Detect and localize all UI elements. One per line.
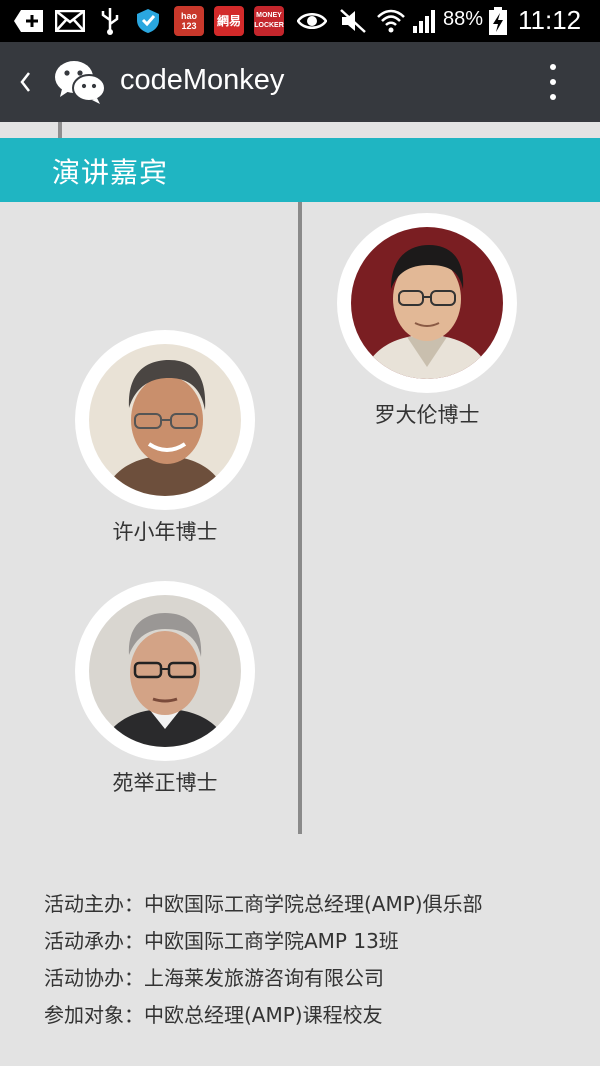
overflow-menu-icon[interactable] (538, 60, 568, 104)
speaker-portrait (351, 227, 503, 379)
hao123-app-icon: hao 123 (174, 6, 204, 36)
speaker-name: 苑举正博士 (112, 771, 218, 795)
mute-icon (338, 6, 368, 36)
speaker-portrait (89, 344, 241, 496)
timeline-top-tick (58, 122, 62, 138)
add-notification-icon (12, 6, 46, 36)
signal-icon (410, 6, 440, 36)
speaker-name: 罗大伦博士 (374, 403, 480, 427)
speaker-bubble (75, 330, 255, 510)
info-audience: 参加对象：中欧总经理(AMP)课程校友 (44, 1003, 383, 1027)
back-chevron-icon[interactable] (10, 62, 40, 102)
eye-icon (296, 6, 328, 36)
info-organizer: 活动主办：中欧国际工商学院总经理(AMP)俱乐部 (44, 892, 483, 916)
timeline-line (298, 202, 302, 834)
speaker-bubble (337, 213, 517, 393)
usb-icon (96, 6, 124, 36)
event-info: 活动主办：中欧国际工商学院总经理(AMP)俱乐部 活动承办：中欧国际工商学院AM… (44, 888, 483, 1036)
status-bar: hao 123 網易 MONEY LOCKER 88% 11:12 (0, 0, 600, 42)
wifi-icon (376, 6, 406, 36)
info-co-organizer: 活动协办：上海莱发旅游咨询有限公司 (44, 966, 384, 990)
section-header: 演讲嘉宾 (0, 138, 600, 202)
money-locker-app-icon: MONEY LOCKER (254, 6, 284, 36)
info-undertaker: 活动承办：中欧国际工商学院AMP 13班 (44, 929, 399, 953)
action-bar: codeMonkey (0, 42, 600, 122)
app-title: codeMonkey (120, 64, 285, 96)
shield-icon (134, 6, 162, 36)
speaker-name: 许小年博士 (112, 520, 218, 544)
mail-icon (54, 6, 86, 36)
clock: 11:12 (518, 5, 582, 35)
speaker-portrait (89, 595, 241, 747)
battery-charging-icon (486, 6, 510, 36)
netease-app-icon: 網易 (214, 6, 244, 36)
wechat-logo-icon[interactable] (54, 59, 106, 105)
battery-percent: 88% (443, 8, 484, 30)
section-title: 演讲嘉宾 (52, 156, 169, 189)
speaker-bubble (75, 581, 255, 761)
